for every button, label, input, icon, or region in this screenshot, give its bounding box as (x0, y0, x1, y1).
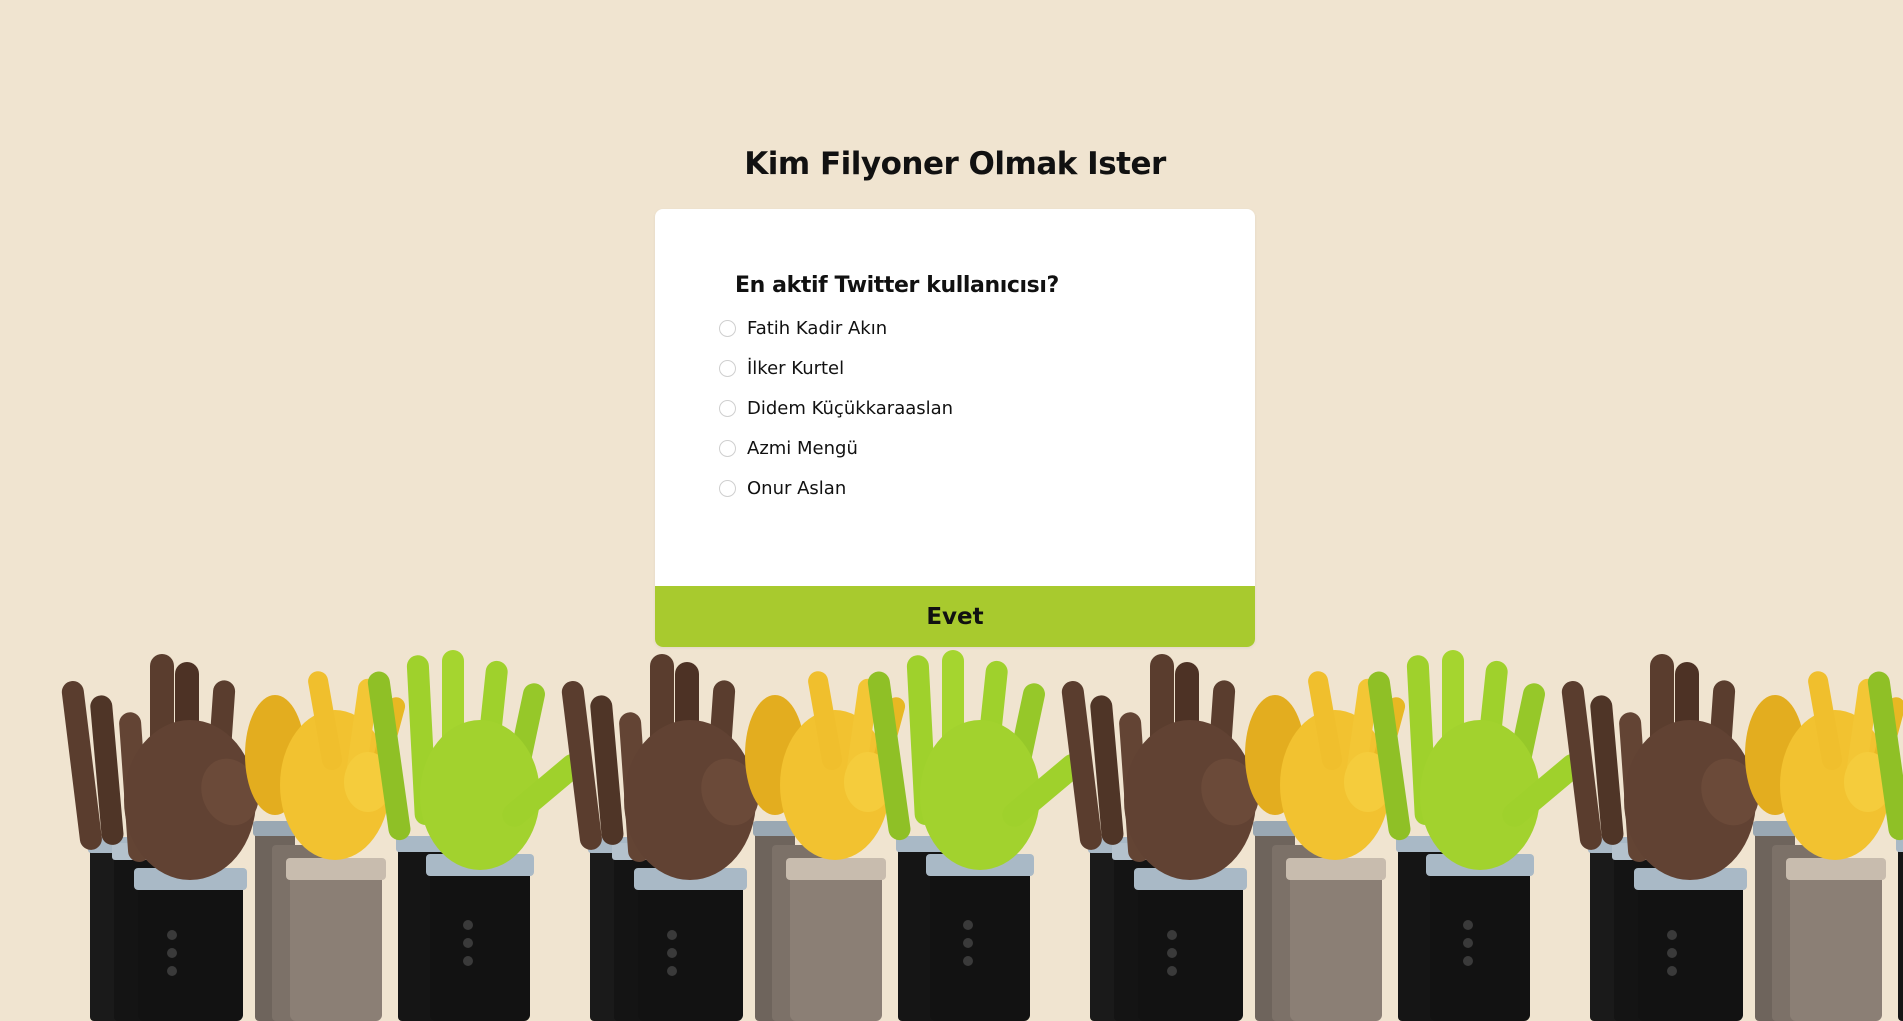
option-label: Didem Küçükkaraaslan (747, 398, 954, 419)
question-text: En aktif Twitter kullanıcısı? (735, 273, 1059, 298)
option-1[interactable]: Fatih Kadir Akın (719, 317, 953, 357)
page-title: Kim Filyoner Olmak Ister (744, 146, 1166, 182)
radio-button[interactable] (719, 480, 736, 497)
submit-button[interactable]: Evet (655, 586, 1255, 647)
radio-button[interactable] (719, 360, 736, 377)
option-label: Onur Aslan (747, 478, 847, 499)
option-label: Azmi Mengü (747, 438, 858, 459)
option-label: İlker Kurtel (747, 358, 845, 379)
radio-button[interactable] (719, 320, 736, 337)
raised-hands-illustration (60, 650, 1903, 1021)
radio-button[interactable] (719, 400, 736, 417)
option-2[interactable]: İlker Kurtel (719, 357, 953, 397)
option-3[interactable]: Didem Küçükkaraaslan (719, 397, 953, 437)
options-list: Fatih Kadir Akın İlker Kurtel Didem Küçü… (719, 317, 953, 517)
option-5[interactable]: Onur Aslan (719, 477, 953, 517)
quiz-card: En aktif Twitter kullanıcısı? Fatih Kadi… (655, 209, 1255, 647)
option-label: Fatih Kadir Akın (747, 318, 888, 339)
option-4[interactable]: Azmi Mengü (719, 437, 953, 477)
radio-button[interactable] (719, 440, 736, 457)
